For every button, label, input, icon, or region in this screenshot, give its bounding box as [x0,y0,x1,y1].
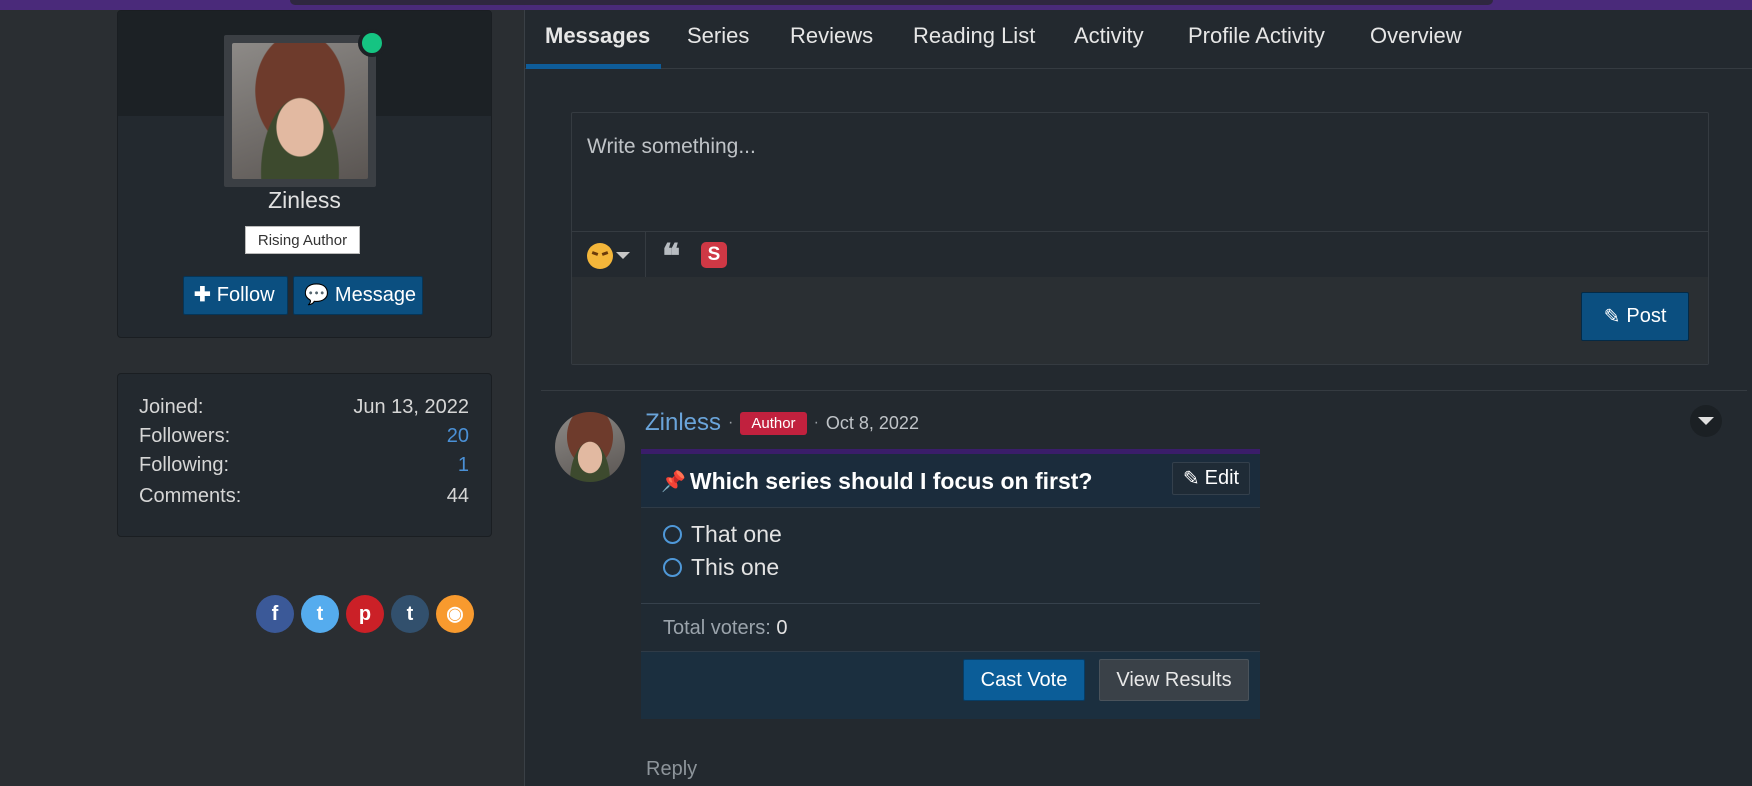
comment-icon: 💬 [304,284,329,306]
tab-activity[interactable]: Activity [1074,23,1144,49]
profile-avatar[interactable] [224,35,376,187]
message-button[interactable]: 💬 Message [293,276,423,315]
voters-count: 0 [776,617,788,639]
plus-icon: ✚ [194,284,211,306]
poll-option-label: That one [691,521,782,547]
stat-following: Following: 1 [139,454,469,484]
main-panel: Messages Series Reviews Reading List Act… [524,10,1752,786]
poll-header: 📌 Which series should I focus on first? … [641,454,1260,508]
stat-followers: Followers: 20 [139,425,469,455]
toolbar-divider [645,232,646,277]
rank-badge: Rising Author [245,226,360,254]
section-divider [541,390,1747,391]
top-strip [0,0,1752,10]
stat-value: 44 [446,485,469,507]
edit-label: Edit [1204,467,1240,489]
post-label: Post [1626,305,1667,327]
voters-label: Total voters: [663,617,771,639]
profile-tabs: Messages Series Reviews Reading List Act… [525,10,1752,69]
poll-option-label: This one [691,554,780,580]
emoji-icon [587,242,613,269]
composer-footer: ✎ Post [572,277,1708,364]
message-avatar[interactable] [555,412,625,482]
chevron-down-icon [616,252,630,259]
pinterest-icon[interactable]: p [346,595,384,633]
radio-icon[interactable] [663,558,682,577]
stat-comments: Comments: 44 [139,485,469,515]
poll-voters: Total voters: 0 [663,617,788,640]
post-button[interactable]: ✎ Post [1581,292,1689,341]
following-link[interactable]: 1 [458,454,469,484]
author-badge: Author [740,411,807,435]
pin-icon: 📌 [661,471,686,493]
message-header: Zinless · Author · Oct 8, 2022 [645,408,919,438]
spoiler-icon[interactable]: S [701,242,727,268]
tab-profile-activity[interactable]: Profile Activity [1188,23,1325,49]
stat-label: Comments: [139,485,242,507]
stat-label: Following: [139,454,230,476]
rss-icon[interactable]: ◉ [436,595,474,633]
stat-joined: Joined: Jun 13, 2022 [139,396,469,426]
tab-messages[interactable]: Messages [545,23,650,49]
message-composer: Write something... ❝ S ✎ Post [571,112,1709,365]
reply-link[interactable]: Reply [646,758,697,781]
active-tab-indicator [526,64,661,69]
radio-icon[interactable] [663,525,682,544]
composer-input[interactable]: Write something... [587,135,756,159]
view-results-button[interactable]: View Results [1099,659,1249,701]
tumblr-icon[interactable]: t [391,595,429,633]
follow-label: Follow [216,284,275,306]
stat-label: Followers: [139,425,231,447]
message-date: Oct 8, 2022 [825,412,919,433]
separator-dot: · [813,414,819,431]
tab-series[interactable]: Series [687,23,749,49]
poll-question-text: Which series should I focus on first? [689,468,1093,494]
follow-button[interactable]: ✚ Follow [183,276,288,315]
avatar-image [232,43,368,179]
poll-footer: Cast Vote View Results [641,651,1260,719]
emoji-picker-button[interactable] [587,242,635,269]
tab-overview[interactable]: Overview [1370,23,1462,49]
pencil-icon: ✎ [1603,306,1621,328]
twitter-icon[interactable]: t [301,595,339,633]
followers-link[interactable]: 20 [447,425,469,455]
profile-name: Zinless [268,187,341,213]
stats-card: Joined: Jun 13, 2022 Followers: 20 Follo… [117,373,492,537]
tab-reviews[interactable]: Reviews [790,23,873,49]
cast-vote-button[interactable]: Cast Vote [963,659,1085,701]
chevron-down-icon [1698,417,1714,425]
composer-toolbar: ❝ S [572,231,1708,278]
poll-divider [641,603,1260,604]
poll-card: 📌 Which series should I focus on first? … [641,449,1260,719]
top-strip-inner [290,0,1493,5]
quote-icon[interactable]: ❝ [662,239,680,275]
separator-dot: · [728,414,734,431]
profile-card: Zinless Rising Author ✚ Follow 💬 Message [117,10,492,338]
message-options-button[interactable] [1690,405,1722,437]
edit-icon: ✎ [1182,468,1200,490]
poll-question: 📌 Which series should I focus on first? [661,468,1092,495]
message-author[interactable]: Zinless [645,409,721,437]
poll-option[interactable]: This one [663,554,779,581]
stat-label: Joined: [139,396,204,418]
poll-option[interactable]: That one [663,521,782,548]
online-status-icon [358,29,386,57]
tab-reading-list[interactable]: Reading List [913,23,1035,49]
edit-poll-button[interactable]: ✎ Edit [1172,462,1250,495]
facebook-icon[interactable]: f [256,595,294,633]
message-label: Message [334,284,417,306]
stat-value: Jun 13, 2022 [353,396,469,418]
